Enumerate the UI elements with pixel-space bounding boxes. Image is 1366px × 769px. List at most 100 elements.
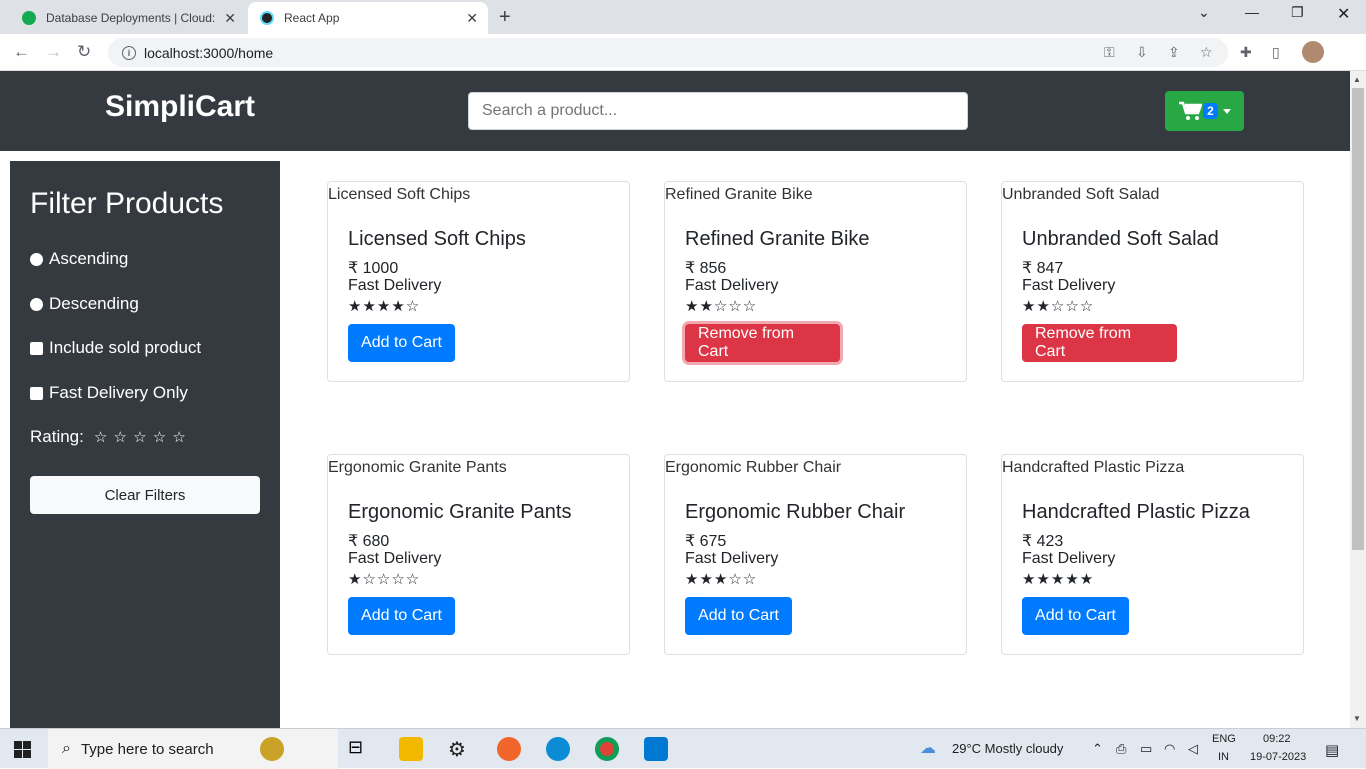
settings-gear-icon[interactable]: ⚙ (448, 737, 472, 761)
window-close-icon[interactable]: ✕ (1337, 4, 1350, 24)
filter-title: Filter Products (30, 187, 224, 220)
close-icon[interactable]: ✕ (466, 10, 478, 27)
scrollbar-thumb[interactable] (1352, 88, 1364, 550)
product-rating-stars: ★★★★☆ (348, 298, 421, 315)
clock-time[interactable]: 09:22 (1263, 733, 1291, 745)
remove-from-cart-button[interactable]: Remove from Cart (685, 324, 840, 362)
product-image-broken: Licensed Soft Chips (328, 186, 470, 204)
vscode-icon[interactable] (644, 737, 668, 761)
back-arrow-icon[interactable]: ← (13, 42, 30, 62)
product-card: Ergonomic Granite Pants Ergonomic Granite… (327, 454, 630, 655)
maximize-icon[interactable]: ❐ (1291, 4, 1304, 21)
product-name: Unbranded Soft Salad (1022, 228, 1219, 250)
descending-label: Descending (49, 294, 139, 313)
file-explorer-icon[interactable] (399, 737, 423, 761)
add-to-cart-button[interactable]: Add to Cart (685, 597, 792, 635)
product-image-broken: Handcrafted Plastic Pizza (1002, 459, 1184, 477)
add-to-cart-button[interactable]: Add to Cart (348, 597, 455, 635)
chrome-icon[interactable] (595, 737, 619, 761)
volume-speaker-icon[interactable]: ◁ (1188, 741, 1198, 757)
product-card: Ergonomic Rubber Chair Ergonomic Rubber C… (664, 454, 967, 655)
product-price: ₹ 847 (1022, 260, 1064, 277)
bookmark-star-icon[interactable]: ☆ (1200, 44, 1213, 61)
share-icon[interactable]: ⇪ (1168, 44, 1180, 61)
product-name: Ergonomic Rubber Chair (685, 501, 906, 523)
rating-star-selector[interactable]: ☆ ☆ ☆ ☆ ☆ (94, 428, 187, 446)
chevron-down-icon (1222, 108, 1231, 114)
rating-label: Rating: (30, 427, 84, 446)
address-bar-row: ← → ↻ i localhost:3000/home ⚿ ⇩ ⇪ ☆ ✚ ▯ (0, 34, 1366, 71)
edge-icon[interactable] (546, 737, 570, 761)
forward-arrow-icon[interactable]: → (45, 42, 62, 62)
profile-avatar[interactable] (1302, 41, 1324, 63)
network-wifi-icon[interactable]: ◠ (1164, 741, 1175, 757)
product-search-input[interactable] (468, 92, 968, 130)
product-card: Unbranded Soft Salad Unbranded Soft Salad… (1001, 181, 1304, 382)
reload-icon[interactable]: ↻ (77, 42, 91, 62)
browser-tab-react-app[interactable]: React App ✕ (248, 2, 488, 34)
include-sold-option[interactable]: Include sold product (30, 338, 201, 358)
weather-text[interactable]: 29°C Mostly cloudy (952, 741, 1063, 756)
scroll-down-arrow-icon[interactable]: ▼ (1353, 714, 1361, 723)
product-price: ₹ 423 (1022, 533, 1064, 550)
battery-icon[interactable]: ▭ (1140, 741, 1152, 757)
checkbox-fast-delivery[interactable] (30, 386, 43, 400)
scroll-up-arrow-icon[interactable]: ▲ (1353, 75, 1361, 84)
product-rating-stars: ★★★★★ (1022, 571, 1095, 588)
site-info-icon[interactable]: i (122, 45, 136, 60)
ascending-label: Ascending (49, 249, 129, 268)
rating-filter: Rating: ☆ ☆ ☆ ☆ ☆ (30, 427, 187, 447)
brand-logo[interactable]: SimpliCart (105, 90, 255, 124)
product-image-alt: Handcrafted Plastic Pizza (1002, 459, 1185, 476)
checkbox-include-sold[interactable] (30, 341, 43, 355)
product-image-alt: Licensed Soft Chips (328, 186, 471, 203)
cart-dropdown-button[interactable]: 2 (1165, 91, 1244, 131)
side-panel-icon[interactable]: ▯ (1272, 44, 1280, 61)
meet-now-icon[interactable]: ⎙ (1116, 741, 1126, 757)
product-price: ₹ 1000 (348, 260, 399, 277)
taskbar-search-box[interactable]: ⌕ Type here to search (48, 729, 338, 769)
radio-ascending[interactable] (30, 252, 43, 266)
add-to-cart-button[interactable]: Add to Cart (1022, 597, 1129, 635)
remove-from-cart-button[interactable]: Remove from Cart (1022, 324, 1177, 362)
tab-search-chevron-icon[interactable]: ⌄ (1198, 4, 1210, 21)
postman-icon[interactable] (497, 737, 521, 761)
product-card: Handcrafted Plastic Pizza Handcrafted Pla… (1001, 454, 1304, 655)
clock-date[interactable]: 19-07-2023 (1250, 751, 1306, 763)
language-indicator-top[interactable]: ENG (1212, 733, 1236, 745)
add-to-cart-button[interactable]: Add to Cart (348, 324, 455, 362)
product-card: Refined Granite Bike Refined Granite Bike… (664, 181, 967, 382)
sort-ascending-option[interactable]: Ascending (30, 249, 128, 269)
product-price: ₹ 675 (685, 533, 727, 550)
url-text: localhost:3000/home (144, 44, 274, 61)
task-view-icon[interactable]: ⊟ (348, 737, 372, 761)
shopping-cart-icon (1179, 101, 1203, 120)
tray-chevron-up-icon[interactable]: ⌃ (1092, 741, 1103, 757)
minimize-icon[interactable]: — (1245, 4, 1259, 20)
clear-filters-button[interactable]: Clear Filters (30, 476, 260, 514)
medal-icon (260, 737, 284, 761)
product-price: ₹ 856 (685, 260, 727, 277)
product-name: Handcrafted Plastic Pizza (1022, 501, 1250, 523)
url-field[interactable]: i localhost:3000/home (108, 38, 1228, 67)
radio-descending[interactable] (30, 297, 43, 311)
product-price: ₹ 680 (348, 533, 390, 550)
windows-start-icon[interactable] (14, 741, 31, 758)
close-icon[interactable]: ✕ (224, 10, 236, 27)
delivery-label: Fast Delivery (1022, 277, 1116, 294)
product-card: Licensed Soft Chips Licensed Soft Chips ₹ … (327, 181, 630, 382)
key-icon[interactable]: ⚿ (1104, 44, 1115, 61)
install-app-icon[interactable]: ⇩ (1136, 44, 1148, 61)
product-name: Ergonomic Granite Pants (348, 501, 572, 523)
notification-icon[interactable]: ▤ (1325, 741, 1339, 759)
extensions-puzzle-icon[interactable]: ✚ (1240, 44, 1252, 61)
product-image-broken: Refined Granite Bike (665, 186, 813, 204)
browser-tab-mongodb[interactable]: Database Deployments | Cloud: M ✕ (8, 2, 246, 34)
include-sold-label: Include sold product (49, 338, 202, 357)
new-tab-plus-icon[interactable]: + (499, 6, 511, 29)
fast-delivery-option[interactable]: Fast Delivery Only (30, 383, 188, 403)
mongodb-leaf-icon (22, 11, 36, 25)
sort-descending-option[interactable]: Descending (30, 294, 139, 314)
language-indicator-bottom[interactable]: IN (1218, 751, 1229, 763)
fast-delivery-label: Fast Delivery Only (49, 383, 188, 402)
